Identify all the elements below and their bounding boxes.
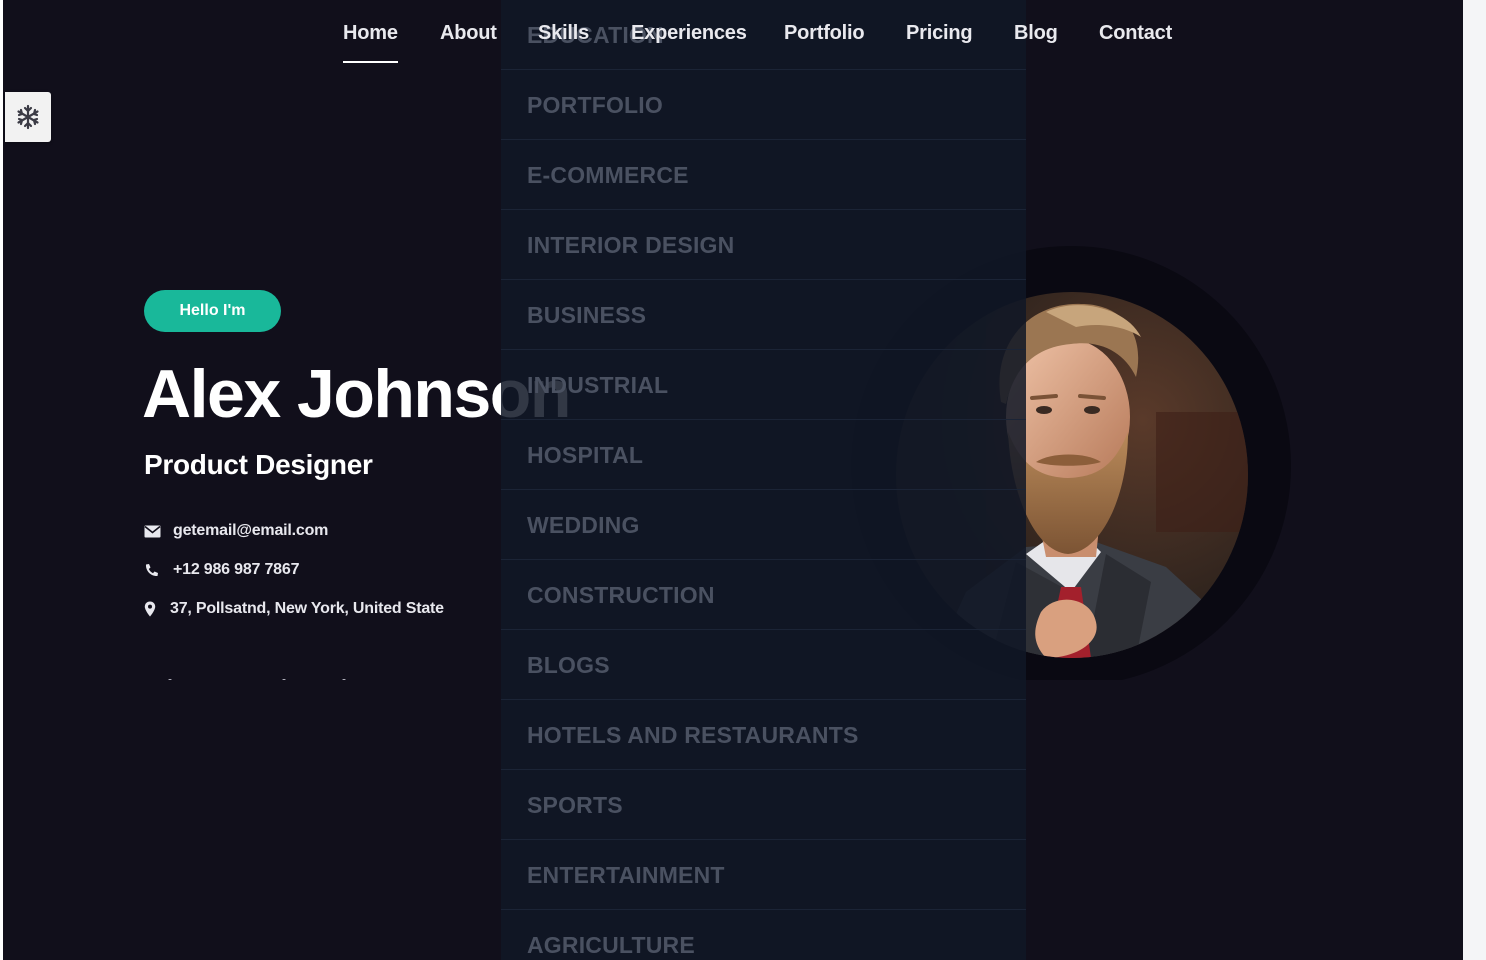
demo-category-menu: EDUCATION PORTFOLIO E-COMMERCE INTERIOR … <box>501 0 1026 960</box>
settings-toggle-button[interactable] <box>5 92 51 142</box>
hero-role: Product Designer <box>144 449 373 480</box>
contact-address-text: 37, Pollsatnd, New York, United State <box>170 600 444 617</box>
menu-item-label: PORTFOLIO <box>527 92 663 118</box>
contact-phone-text: +12 986 987 7867 <box>173 561 300 578</box>
window-edge <box>1463 0 1486 960</box>
contact-email[interactable]: getemail@email.com <box>144 522 328 540</box>
nav-item-portfolio[interactable]: Portfolio <box>784 22 865 45</box>
menu-item-label: HOSPITAL <box>527 442 644 468</box>
menu-item-label: SPORTS <box>527 792 623 818</box>
page-stage: Home About Skills Experiences Portfolio … <box>3 0 1463 960</box>
menu-item-agriculture[interactable]: AGRICULTURE <box>501 910 1026 960</box>
menu-item-hotels-and-restaurants[interactable]: HOTELS AND RESTAURANTS <box>501 700 1026 770</box>
menu-item-business[interactable]: BUSINESS <box>501 280 1026 350</box>
menu-item-label: E-COMMERCE <box>527 162 689 188</box>
envelope-icon <box>144 525 161 537</box>
menu-item-label: CONSTRUCTION <box>527 582 715 608</box>
contact-email-text: getemail@email.com <box>173 522 329 539</box>
menu-item-interior-design[interactable]: INTERIOR DESIGN <box>501 210 1026 280</box>
contact-phone[interactable]: +12 986 987 7867 <box>144 561 299 579</box>
hello-badge: Hello I'm <box>144 290 281 332</box>
nav-item-blog[interactable]: Blog <box>1014 22 1058 45</box>
menu-item-portfolio[interactable]: PORTFOLIO <box>501 70 1026 140</box>
map-pin-icon <box>144 601 156 617</box>
menu-item-label: AGRICULTURE <box>527 932 695 958</box>
nav-item-about[interactable]: About <box>440 22 497 45</box>
menu-item-construction[interactable]: CONSTRUCTION <box>501 560 1026 630</box>
menu-item-e-commerce[interactable]: E-COMMERCE <box>501 140 1026 210</box>
menu-item-label: BUSINESS <box>527 302 647 328</box>
menu-item-label: INTERIOR DESIGN <box>527 232 735 258</box>
nav-item-skills[interactable]: Skills <box>538 22 589 45</box>
menu-item-label: INDUSTRIAL <box>527 372 669 398</box>
menu-item-hospital[interactable]: HOSPITAL <box>501 420 1026 490</box>
nav-item-contact[interactable]: Contact <box>1099 22 1172 45</box>
contact-address: 37, Pollsatnd, New York, United State <box>144 600 444 618</box>
menu-item-blogs[interactable]: BLOGS <box>501 630 1026 700</box>
menu-item-label: BLOGS <box>527 652 610 678</box>
snowflake-gear-icon <box>17 104 39 130</box>
menu-item-sports[interactable]: SPORTS <box>501 770 1026 840</box>
nav-item-pricing[interactable]: Pricing <box>906 22 973 45</box>
nav-item-home[interactable]: Home <box>343 22 398 63</box>
menu-item-industrial[interactable]: INDUSTRIAL <box>501 350 1026 420</box>
menu-item-label: HOTELS AND RESTAURANTS <box>527 722 859 748</box>
nav-item-experiences[interactable]: Experiences <box>631 22 747 45</box>
menu-item-label: WEDDING <box>527 512 640 538</box>
menu-item-wedding[interactable]: WEDDING <box>501 490 1026 560</box>
menu-item-label: ENTERTAINMENT <box>527 862 725 888</box>
top-navigation: Home About Skills Experiences Portfolio … <box>3 0 1463 72</box>
menu-item-entertainment[interactable]: ENTERTAINMENT <box>501 840 1026 910</box>
phone-icon <box>145 563 158 576</box>
